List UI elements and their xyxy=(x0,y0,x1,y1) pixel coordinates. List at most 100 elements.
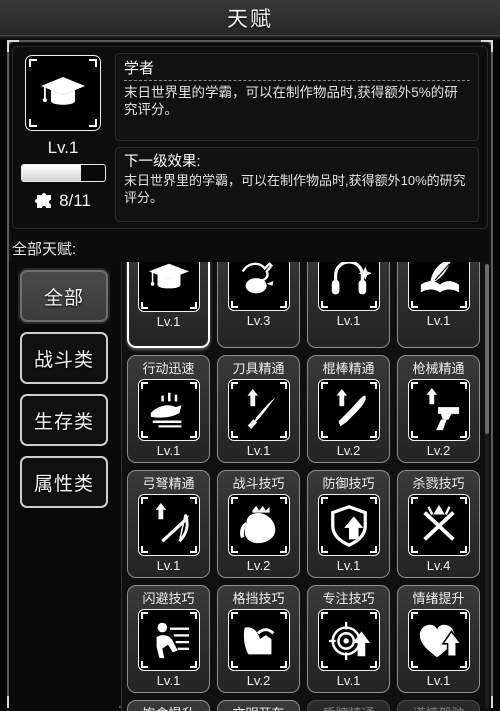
talent-tile-level: Lv.1 xyxy=(156,673,181,688)
talent-detail-panel: Lv.1 8/11 学者 末日世界里的学霸，可以在制作物品时,获得额外5%的研究… xyxy=(12,46,488,229)
icon-corner-br-icon xyxy=(459,431,467,438)
icon-corner-bl-icon xyxy=(140,431,148,438)
talent-tile[interactable]: Lv.3 xyxy=(217,262,300,348)
icon-corner-br-icon xyxy=(369,546,377,553)
icon-corner-br-icon xyxy=(459,546,467,553)
category-sidebar: 全部战斗类生存类属性类 xyxy=(9,262,119,711)
crossbow-up-icon xyxy=(137,494,200,556)
icon-corner-br-icon xyxy=(279,431,287,438)
talent-tile[interactable]: Lv.1 xyxy=(127,262,210,348)
talent-tile[interactable]: 弓弩精通 Lv.1 xyxy=(127,470,210,578)
talent-tile-name: 格挡技巧 xyxy=(232,591,285,606)
talent-tile-name: 文明开车 xyxy=(232,706,284,711)
next-level-title: 下一级效果: xyxy=(124,153,201,170)
sprint-hand-icon-glyph xyxy=(150,392,181,428)
icon-corner-bl-icon xyxy=(320,661,328,668)
talent-tile[interactable]: Lv.1 xyxy=(397,262,480,348)
icon-corner-tl-icon xyxy=(140,612,148,619)
talent-tile-level: Lv.2 xyxy=(246,558,271,573)
talent-tile-name: 杀戮技巧 xyxy=(412,476,465,491)
talent-tile[interactable]: 防御技巧 Lv.1 xyxy=(307,470,390,578)
icon-corner-br-icon xyxy=(459,301,467,308)
talent-tile[interactable]: 谨慎驾驶 xyxy=(397,700,480,711)
category-button-3[interactable]: 属性类 xyxy=(20,456,108,508)
category-button-0[interactable]: 全部 xyxy=(20,270,108,322)
selected-talent-level: Lv.1 xyxy=(47,138,79,157)
knife-up-icon-glyph xyxy=(247,388,275,429)
talent-tile-name: 盾牌精通 xyxy=(322,706,374,711)
category-button-1[interactable]: 战斗类 xyxy=(20,332,108,384)
talent-tile[interactable]: 战斗技巧 Lv.2 xyxy=(217,470,300,578)
dodge-run-icon-glyph xyxy=(156,622,189,659)
heart-up-icon-glyph xyxy=(419,624,461,658)
icon-corner-bl-icon xyxy=(140,302,148,309)
selected-talent-icon xyxy=(25,55,101,131)
category-button-label: 战斗类 xyxy=(33,349,94,371)
talent-tile[interactable]: 文明开车 xyxy=(217,700,300,711)
icon-corner-bl-icon xyxy=(230,431,238,438)
icon-corner-bl-icon xyxy=(230,661,238,668)
talent-tile[interactable]: 情绪提升 Lv.1 xyxy=(397,585,480,693)
crossed-blades-icon-glyph xyxy=(422,504,455,541)
talent-points: 8/11 xyxy=(35,191,91,211)
icon-corner-tl-icon xyxy=(410,382,418,389)
talent-tile[interactable]: 格挡技巧 Lv.2 xyxy=(217,585,300,693)
all-talents-label: 全部天赋: xyxy=(12,241,77,258)
talent-tile-name: 行动迅速 xyxy=(142,361,195,376)
icon-corner-bl-icon xyxy=(410,661,418,668)
icon-corner-br-icon xyxy=(189,302,197,309)
category-button-2[interactable]: 生存类 xyxy=(20,394,108,446)
pistol-up-icon-glyph xyxy=(426,388,459,431)
talent-tile[interactable]: 棍棒精通 Lv.2 xyxy=(307,355,390,463)
next-level-description: 末日世界里的学霸，可以在制作物品时,获得额外10%的研究评分。 xyxy=(124,172,466,205)
talent-tile-name: 专注技巧 xyxy=(322,591,375,606)
talent-tile-level: Lv.1 xyxy=(246,443,271,458)
icon-corner-tl-icon xyxy=(140,382,148,389)
icon-corner-bl-icon xyxy=(320,546,328,553)
talent-tile[interactable]: 杀戮技巧 Lv.4 xyxy=(397,470,480,578)
heart-up-icon xyxy=(407,609,470,671)
talent-tile[interactable]: 枪械精通 Lv.2 xyxy=(397,355,480,463)
title-bar-divider xyxy=(0,36,500,39)
talent-tile[interactable]: Lv.1 xyxy=(307,262,390,348)
talent-tile[interactable]: 闪避技巧 Lv.1 xyxy=(127,585,210,693)
graduation-cap-icon-glyph xyxy=(148,263,189,289)
talent-tile[interactable]: 行动迅速 Lv.1 xyxy=(127,355,210,463)
talent-tile[interactable]: 刀具精通 Lv.1 xyxy=(217,355,300,463)
icon-corner-br-icon xyxy=(189,661,197,668)
talent-tile[interactable]: 盾牌精通 xyxy=(307,700,390,711)
talent-tile-level: Lv.1 xyxy=(156,314,181,329)
talent-tile-name: 情绪提升 xyxy=(412,591,465,606)
cooking-icon xyxy=(227,262,290,311)
talent-tile-level: Lv.3 xyxy=(246,313,271,328)
talent-tile-level: Lv.4 xyxy=(426,558,451,573)
puzzle-piece-icon xyxy=(35,193,52,208)
talent-tile[interactable]: 专注技巧 Lv.1 xyxy=(307,585,390,693)
icon-corner-tl-icon xyxy=(320,497,328,504)
graduation-cap-icon xyxy=(137,262,200,312)
icon-corner-br-icon xyxy=(279,546,287,553)
talent-tile-level: Lv.1 xyxy=(156,558,181,573)
icon-corner-tr-icon xyxy=(189,382,197,389)
icon-corner-bl-icon xyxy=(410,546,418,553)
talent-tile-level: Lv.1 xyxy=(336,673,361,688)
icon-corner-bl-icon xyxy=(320,431,328,438)
icon-corner-tr-icon xyxy=(459,612,467,619)
talent-grid-scrollbar-thumb[interactable] xyxy=(485,264,489,434)
category-button-label: 生存类 xyxy=(33,411,94,433)
talent-tile[interactable]: 饱食提升 xyxy=(127,700,210,711)
talent-detail-text: 学者 末日世界里的学霸，可以在制作物品时,获得额外5%的研究评分。 下一级效果:… xyxy=(113,47,487,228)
category-button-label: 属性类 xyxy=(33,473,94,495)
bat-up-icon-glyph xyxy=(336,388,366,427)
talent-tile-level: Lv.2 xyxy=(336,443,361,458)
talent-grid-scrollbar[interactable] xyxy=(485,264,489,709)
biceps-icon-glyph xyxy=(239,505,275,544)
crossed-blades-icon xyxy=(407,494,470,556)
icon-corner-tl-icon xyxy=(320,382,328,389)
icon-corner-bl-icon xyxy=(140,546,148,553)
icon-corner-tr-icon xyxy=(189,612,197,619)
sprint-hand-icon xyxy=(137,379,200,441)
icon-corner-bl-icon xyxy=(230,546,238,553)
icon-corner-br-icon xyxy=(189,431,197,438)
icon-corner-tl-icon xyxy=(410,612,418,619)
